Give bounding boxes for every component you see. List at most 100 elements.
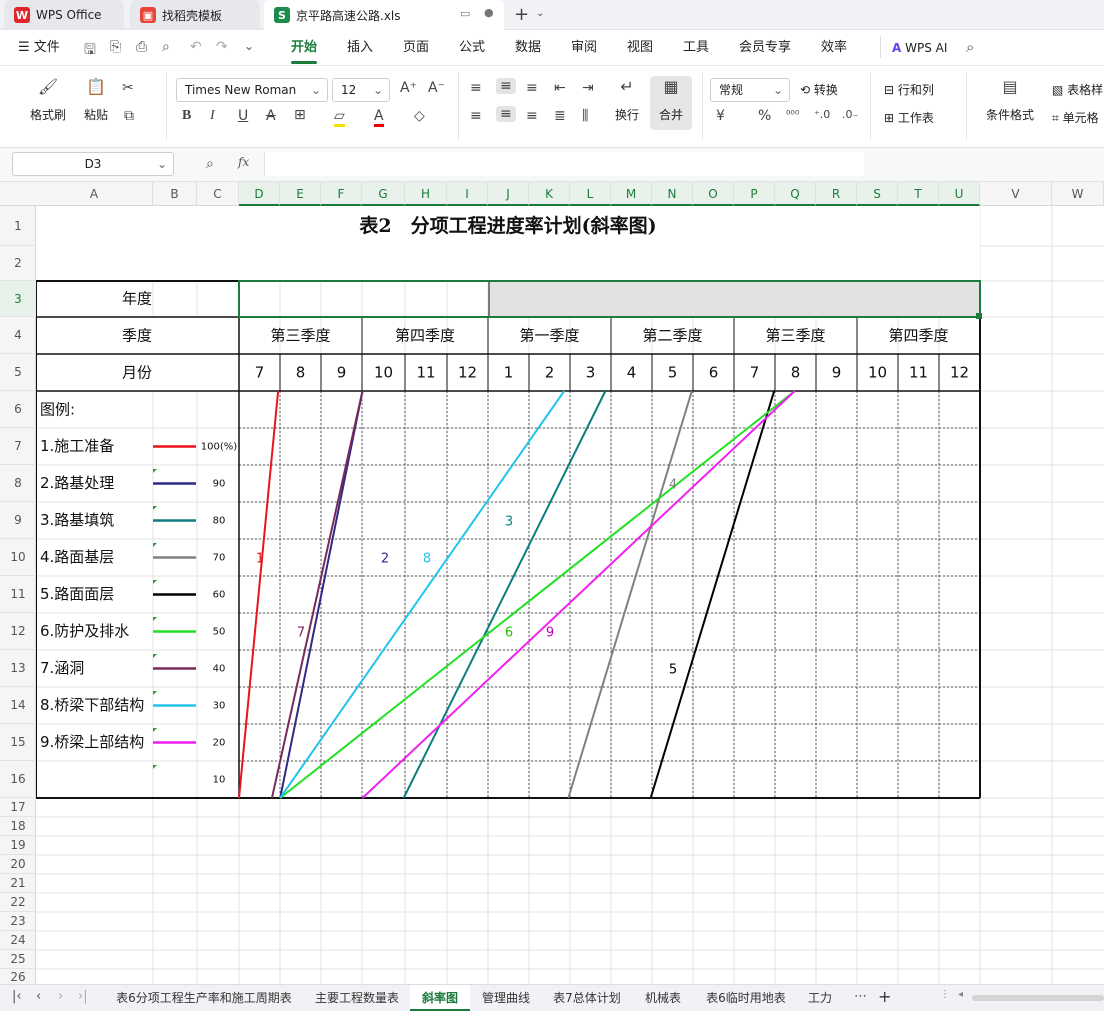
font-size-select[interactable]: 12 ⌄ [332, 78, 390, 102]
row-col-button[interactable]: ⊟ 行和列 [884, 81, 934, 98]
save-icon[interactable]: 🖫 [84, 39, 96, 63]
column-header-c[interactable]: C [197, 182, 239, 206]
export-icon[interactable]: ⎘ [110, 39, 121, 55]
align-center-icon[interactable]: ≡ [496, 106, 516, 122]
copy-icon[interactable]: ⧉ [124, 108, 134, 124]
column-header-n[interactable]: N [652, 182, 693, 206]
dot-icon[interactable]: ● [484, 6, 494, 19]
conditional-format-button[interactable]: ▤ 条件格式 [978, 78, 1042, 123]
sheet-tab[interactable]: 机械表 [632, 985, 694, 1011]
more-sheets-icon[interactable]: ⋯ [854, 989, 867, 1004]
convert-button[interactable]: ⟲ 转换 [800, 81, 838, 98]
column-header-j[interactable]: J [488, 182, 529, 206]
column-header-g[interactable]: G [362, 182, 405, 206]
row-header-15[interactable]: 15 [0, 724, 36, 761]
indent-increase-icon[interactable]: ⇥ [582, 80, 594, 96]
decimal-increase-icon[interactable]: ⁺.0 [814, 108, 830, 121]
column-header-r[interactable]: R [816, 182, 857, 206]
column-header-q[interactable]: Q [775, 182, 816, 206]
column-header-v[interactable]: V [980, 182, 1052, 206]
row-header-21[interactable]: 21 [0, 874, 36, 893]
row-header-11[interactable]: 11 [0, 576, 36, 613]
scroll-left-icon[interactable]: ◂ [958, 989, 963, 1000]
percent-icon[interactable]: % [758, 108, 771, 124]
format-painter-button[interactable]: 🖌 格式刷 [28, 78, 68, 123]
row-header-23[interactable]: 23 [0, 912, 36, 931]
menu-formula[interactable]: 公式 [459, 30, 485, 66]
align-right-icon[interactable]: ≡ [526, 108, 538, 124]
column-header-h[interactable]: H [405, 182, 447, 206]
search-icon[interactable]: ⌕ [966, 38, 974, 56]
menu-efficiency[interactable]: 效率 [821, 30, 847, 66]
row-header-5[interactable]: 5 [0, 354, 36, 391]
row-header-6[interactable]: 6 [0, 391, 36, 428]
column-header-a[interactable]: A [36, 182, 153, 206]
distribute-icon[interactable]: ⫼ [582, 108, 588, 124]
row-header-16[interactable]: 16 [0, 761, 36, 798]
underline-icon[interactable]: U [238, 108, 248, 124]
row-header-7[interactable]: 7 [0, 428, 36, 465]
column-header-t[interactable]: T [898, 182, 939, 206]
column-header-k[interactable]: K [529, 182, 570, 206]
column-header-f[interactable]: F [321, 182, 362, 206]
row-header-19[interactable]: 19 [0, 836, 36, 855]
options-icon[interactable]: ⋮ [940, 989, 950, 1000]
sheet-tab[interactable]: 工力 [798, 985, 842, 1011]
cut-icon[interactable]: ✂ [122, 80, 134, 96]
menu-member[interactable]: 会员专享 [739, 30, 791, 66]
bold-icon[interactable]: B [182, 108, 191, 124]
sheet-grid[interactable]: 表2 分项工程进度率计划(斜率图) 年度 季度 月份 第三季度 第四季度 第一季度 第二季度 第… [36, 206, 1104, 986]
row-header-4[interactable]: 4 [0, 317, 36, 354]
tab-workbook[interactable]: S 京平路高速公路.xls ▭ ● [264, 0, 504, 30]
chevron-down-icon[interactable]: ⌄ [244, 39, 254, 53]
sheet-tab[interactable]: 表7总体计划 [542, 985, 632, 1011]
font-name-select[interactable]: Times New Roman ⌄ [176, 78, 328, 102]
file-menu[interactable]: ☰ 文件 [18, 30, 60, 66]
table-style-button[interactable]: ▧ 表格样 [1052, 81, 1103, 98]
paste-button[interactable]: 📋 粘贴 [76, 78, 116, 123]
row-header-17[interactable]: 17 [0, 798, 36, 817]
next-sheet-icon[interactable]: › [58, 989, 63, 1004]
row-header-3[interactable]: 3 [0, 281, 36, 317]
menu-view[interactable]: 视图 [627, 30, 653, 66]
sheet-tab[interactable]: 斜率图 [410, 985, 470, 1011]
merge-button[interactable]: ▦ 合并 [650, 76, 692, 130]
sheet-tab[interactable]: 主要工程数量表 [304, 985, 410, 1011]
row-header-1[interactable]: 1 [0, 206, 36, 246]
row-header-2[interactable]: 2 [0, 246, 36, 281]
wrap-text-button[interactable]: ↵ 换行 [612, 78, 642, 123]
sheet-tab[interactable]: 表6临时用地表 [694, 985, 798, 1011]
last-sheet-icon[interactable]: ›| [78, 989, 88, 1004]
row-header-24[interactable]: 24 [0, 931, 36, 950]
row-header-13[interactable]: 13 [0, 650, 36, 687]
menu-home[interactable]: 开始 [291, 30, 318, 66]
row-header-12[interactable]: 12 [0, 613, 36, 650]
border-icon[interactable]: ⊞ [294, 107, 306, 123]
undo-icon[interactable]: ↶ [190, 39, 202, 55]
formula-input[interactable] [264, 152, 864, 176]
menu-review[interactable]: 审阅 [571, 30, 597, 66]
row-header-22[interactable]: 22 [0, 893, 36, 912]
fill-handle[interactable] [976, 313, 982, 319]
row-header-25[interactable]: 25 [0, 950, 36, 969]
menu-page[interactable]: 页面 [403, 30, 429, 66]
screen-icon[interactable]: ▭ [460, 7, 470, 20]
wps-ai-button[interactable]: A WPS AI [892, 30, 947, 66]
fill-color-icon[interactable]: ▱ [334, 108, 345, 127]
print-preview-icon[interactable]: ⌕ [162, 39, 170, 55]
chevron-down-icon[interactable]: ⌄ [536, 8, 544, 19]
column-header-l[interactable]: L [570, 182, 611, 206]
row-header-18[interactable]: 18 [0, 817, 36, 836]
prev-sheet-icon[interactable]: ‹ [36, 989, 41, 1004]
italic-icon[interactable]: I [210, 108, 215, 124]
zoom-icon[interactable]: ⌕ [206, 156, 214, 172]
first-sheet-icon[interactable]: |‹ [12, 989, 22, 1004]
decrease-font-icon[interactable]: A⁻ [428, 80, 445, 96]
column-header-w[interactable]: W [1052, 182, 1104, 206]
row-header-20[interactable]: 20 [0, 855, 36, 874]
column-header-b[interactable]: B [153, 182, 197, 206]
tab-wps-office[interactable]: W WPS Office [4, 0, 124, 30]
decimal-decrease-icon[interactable]: .0₋ [842, 108, 858, 121]
align-bottom-icon[interactable]: ≡ [526, 80, 538, 96]
row-header-10[interactable]: 10 [0, 539, 36, 576]
